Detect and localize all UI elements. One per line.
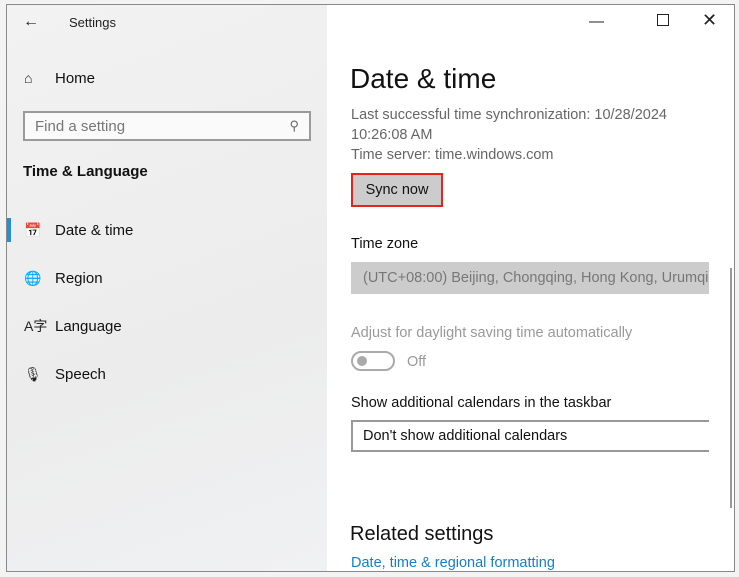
dst-state: Off	[407, 354, 427, 370]
timezone-dropdown[interactable]: (UTC+08:00) Beijing, Chongqing, Hong Kon…	[351, 262, 709, 294]
app-title: Settings	[69, 15, 116, 30]
calendars-dropdown[interactable]: Don't show additional calendars	[351, 420, 709, 452]
sidebar-item-label: Speech	[55, 365, 106, 383]
sync-line-2: 10:26:08 AM	[351, 127, 433, 143]
sync-status: Last successful time synchronization: 10…	[351, 105, 667, 165]
time-server: Time server: time.windows.com	[351, 147, 554, 163]
home-label: Home	[55, 69, 96, 87]
close-icon[interactable]: ✕	[702, 10, 717, 31]
sync-now-button[interactable]: Sync now	[351, 173, 443, 207]
sidebar-item-home[interactable]: ⌂ Home	[7, 63, 327, 93]
main-panel: — ✕ Date & time Last successful time syn…	[327, 5, 734, 571]
settings-window: ← Settings ⌂ Home Find a setting ⚲ Time …	[6, 4, 735, 572]
home-icon: ⌂	[24, 70, 33, 86]
calendars-label: Show additional calendars in the taskbar	[351, 395, 612, 411]
language-icon: A字	[24, 318, 48, 334]
sidebar-item-speech[interactable]: 🎙 Speech	[7, 359, 327, 389]
back-arrow-icon[interactable]: ←	[23, 13, 39, 31]
sync-line-1: Last successful time synchronization: 10…	[351, 107, 667, 123]
calendar-clock-icon: 📅	[24, 221, 42, 238]
dst-label: Adjust for daylight saving time automati…	[351, 325, 633, 341]
sidebar-item-label: Region	[55, 269, 103, 287]
globe-icon: 🌐	[24, 269, 42, 286]
related-settings-title: Related settings	[350, 523, 494, 545]
search-input[interactable]: Find a setting ⚲	[23, 111, 311, 141]
selected-indicator	[7, 218, 11, 242]
dst-toggle[interactable]	[351, 351, 395, 371]
sidebar-item-label: Date & time	[55, 221, 134, 239]
sidebar-item-language[interactable]: A字 Language	[7, 311, 327, 341]
timezone-label: Time zone	[351, 236, 419, 252]
section-title: Time & Language	[23, 163, 148, 180]
toggle-knob	[357, 356, 367, 366]
search-placeholder: Find a setting	[35, 117, 126, 135]
search-icon: ⚲	[289, 118, 299, 133]
sidebar-item-label: Language	[55, 317, 122, 335]
maximize-icon[interactable]	[657, 14, 669, 26]
minimize-icon[interactable]: —	[589, 13, 604, 30]
sidebar-item-date-time[interactable]: 📅 Date & time	[7, 215, 327, 245]
scrollbar[interactable]	[730, 268, 732, 508]
sidebar: ← Settings ⌂ Home Find a setting ⚲ Time …	[7, 5, 327, 571]
sidebar-item-region[interactable]: 🌐 Region	[7, 263, 327, 293]
page-title: Date & time	[350, 63, 497, 94]
regional-formatting-link[interactable]: Date, time & regional formatting	[351, 555, 555, 571]
microphone-icon: 🎙	[24, 365, 42, 382]
